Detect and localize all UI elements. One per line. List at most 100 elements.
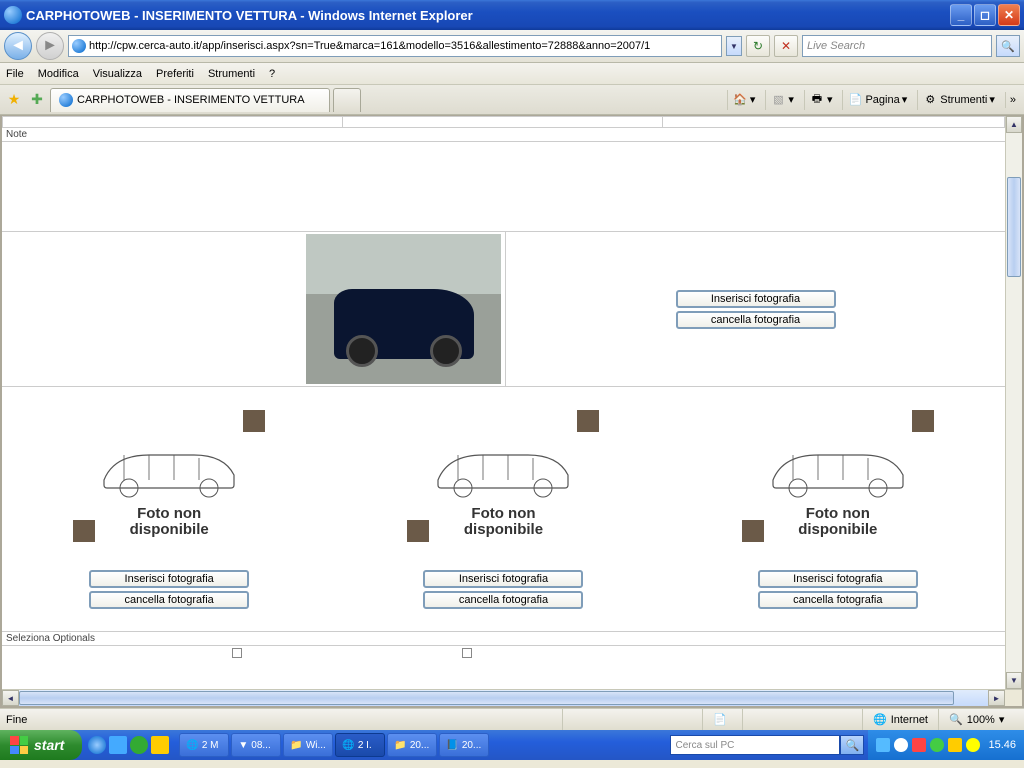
nav-toolbar: ◄ ► ▼ ↻ ✕ Live Search 🔍 [0,30,1024,63]
page-icon [72,39,86,53]
insert-photo-button-2[interactable]: Inserisci fotografia [423,570,583,588]
status-zoom[interactable]: 🔍100% ▾ [938,709,1018,730]
scroll-up-button[interactable]: ▲ [1006,116,1022,133]
new-tab-button[interactable] [333,88,361,112]
photo-slots-row: Foto nondisponibile Inserisci fotografia… [2,387,1005,627]
search-box[interactable]: Live Search [802,35,992,57]
ql-media-icon[interactable] [130,736,148,754]
add-favorites-icon[interactable]: ✚ [27,90,47,110]
scroll-thumb[interactable] [1007,177,1021,277]
maximize-button[interactable]: ◻ [974,4,996,26]
insert-photo-button-1[interactable]: Inserisci fotografia [89,570,249,588]
stop-button[interactable]: ✕ [774,35,798,57]
taskbar-clock[interactable]: 15.46 [988,739,1016,751]
status-security: 📄 [702,709,742,730]
toolbar-overflow[interactable]: » [1005,92,1020,108]
status-zone[interactable]: 🌐Internet [862,709,938,730]
tray-icon[interactable] [966,738,980,752]
page-menu[interactable]: 📄Pagina ▾ [842,90,911,110]
delete-photo-button-1[interactable]: cancella fotografia [89,591,249,609]
menu-strumenti[interactable]: Strumenti [208,68,255,80]
tray-icon[interactable] [894,738,908,752]
task-button[interactable]: 📁 Wi... [283,733,333,757]
scroll-down-button[interactable]: ▼ [1006,672,1022,689]
tab-title: CARPHOTOWEB - INSERIMENTO VETTURA [77,94,305,106]
minimize-button[interactable]: _ [950,4,972,26]
photo-slot-2: Foto nondisponibile Inserisci fotografia… [403,406,603,609]
menu-bar: File Modifica Visualizza Preferiti Strum… [0,63,1024,85]
insert-photo-button-3[interactable]: Inserisci fotografia [758,570,918,588]
page-icon: 📄 [847,92,863,108]
tray-icon[interactable] [912,738,926,752]
close-button[interactable]: ✕ [998,4,1020,26]
task-button[interactable]: 🌐 2 M [179,733,229,757]
vertical-scrollbar[interactable]: ▲ ▼ [1005,116,1022,689]
optional-checkbox[interactable] [232,648,242,658]
address-bar[interactable] [68,35,722,57]
tray-icon[interactable] [930,738,944,752]
browser-tab[interactable]: CARPHOTOWEB - INSERIMENTO VETTURA [50,88,330,112]
car-schematic-icon [94,440,244,500]
taskbar: start 🌐 2 M ▼ 08... 📁 Wi... 🌐 2 I. 📁 20.… [0,730,1024,760]
taskbar-search-input[interactable]: Cerca sul PC [670,735,840,755]
delete-photo-button-2[interactable]: cancella fotografia [423,591,583,609]
window-titlebar: CARPHOTOWEB - INSERIMENTO VETTURA - Wind… [0,0,1024,30]
optional-checkbox[interactable] [462,648,472,658]
photo-placeholder: Foto nondisponibile [69,406,269,546]
menu-modifica[interactable]: Modifica [38,68,79,80]
url-input[interactable] [89,40,718,52]
photo-slot-3: Foto nondisponibile Inserisci fotografia… [738,406,938,609]
scroll-left-button[interactable]: ◄ [2,690,19,706]
main-photo-cell [2,232,506,386]
web-page: Note Inserisci fotografia cancella fotog… [2,116,1005,689]
photo-placeholder: Foto nondisponibile [738,406,938,546]
menu-help[interactable]: ? [269,68,275,80]
note-textarea[interactable] [2,142,1005,232]
ql-desktop-icon[interactable] [109,736,127,754]
car-schematic-icon [763,440,913,500]
tray-icon[interactable] [948,738,962,752]
search-button[interactable]: 🔍 [996,35,1020,57]
start-button[interactable]: start [0,730,82,760]
refresh-button[interactable]: ↻ [746,35,770,57]
ql-app-icon[interactable] [151,736,169,754]
gear-icon: ⚙ [922,92,938,108]
favorites-star-icon[interactable]: ★ [4,90,24,110]
window-title: CARPHOTOWEB - INSERIMENTO VETTURA - Wind… [26,8,473,23]
tab-bar: ★ ✚ CARPHOTOWEB - INSERIMENTO VETTURA 🏠▾… [0,85,1024,115]
horizontal-scrollbar[interactable]: ◄ ► [2,689,1022,706]
rss-icon: ▧ [770,92,786,108]
scroll-right-button[interactable]: ► [988,690,1005,706]
tab-page-icon [59,93,73,107]
menu-preferiti[interactable]: Preferiti [156,68,194,80]
taskbar-search-button[interactable]: 🔍 [840,735,864,755]
menu-file[interactable]: File [6,68,24,80]
ql-ie-icon[interactable] [88,736,106,754]
task-button[interactable]: 📁 20... [387,733,437,757]
optionals-row [2,646,1005,656]
task-button[interactable]: ▼ 08... [231,733,281,757]
home-button[interactable]: 🏠▾ [727,90,760,110]
address-dropdown[interactable]: ▼ [726,36,742,56]
back-button[interactable]: ◄ [4,32,32,60]
system-tray[interactable]: 15.46 [868,730,1024,760]
optionals-label: Seleziona Optionals [2,631,1005,646]
status-text: Fine [6,714,27,726]
feeds-button[interactable]: ▧▾ [765,90,798,110]
forward-button[interactable]: ► [36,32,64,60]
insert-photo-button-main[interactable]: Inserisci fotografia [676,290,836,308]
task-button-active[interactable]: 🌐 2 I. [335,733,385,757]
tray-icon[interactable] [876,738,890,752]
delete-photo-button-main[interactable]: cancella fotografia [676,311,836,329]
tools-menu[interactable]: ⚙Strumenti ▾ [917,90,999,110]
print-button[interactable]: 🖶▾ [804,90,837,110]
print-icon: 🖶 [809,92,825,108]
zoom-icon: 🔍 [949,713,963,726]
hscroll-thumb[interactable] [19,691,954,705]
menu-visualizza[interactable]: Visualizza [93,68,142,80]
quick-launch [82,736,175,754]
car-photo [306,234,501,384]
delete-photo-button-3[interactable]: cancella fotografia [758,591,918,609]
task-button[interactable]: 📘 20... [439,733,489,757]
note-label: Note [2,128,1005,142]
